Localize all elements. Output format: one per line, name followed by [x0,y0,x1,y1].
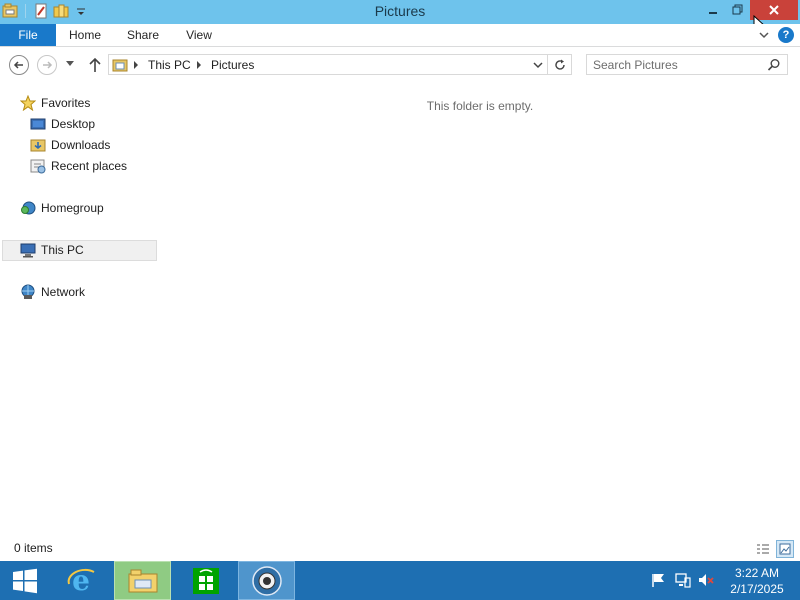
internet-explorer-icon: e [67,566,95,596]
system-clock[interactable]: 3:22 AM 2/17/2025 [722,565,792,597]
breadcrumb-this-pc[interactable]: This PC [148,58,191,72]
store-icon [192,567,219,594]
windows-logo-icon [13,568,37,593]
details-view-button[interactable] [754,540,772,558]
breadcrumb-pictures[interactable]: Pictures [211,58,254,72]
minimize-button[interactable] [700,0,726,20]
start-button[interactable] [0,561,50,600]
breadcrumb-separator[interactable] [197,61,201,69]
taskbar-file-explorer[interactable] [114,561,171,600]
search-input[interactable] [593,57,763,72]
restore-button[interactable] [726,0,750,20]
search-box[interactable] [586,54,788,75]
tab-file[interactable]: File [0,24,56,46]
taskbar-app[interactable] [238,561,295,600]
large-icons-view-button[interactable] [776,540,794,558]
taskbar-internet-explorer[interactable]: e [56,561,106,600]
action-center-flag-icon[interactable] [650,572,666,588]
forward-button[interactable] [37,55,57,75]
taskbar-store[interactable] [177,561,234,600]
computer-icon [20,243,36,258]
clock-date: 2/17/2025 [730,582,784,596]
item-count: 0 items [14,541,53,555]
recent-locations-dropdown[interactable] [66,61,74,66]
search-icon[interactable] [767,58,781,72]
pictures-folder-icon [112,59,128,72]
homegroup-icon [21,201,36,215]
app-globe-icon [251,565,282,596]
title-bar: Pictures [0,0,800,24]
empty-folder-message: This folder is empty. [426,99,534,113]
back-button[interactable] [9,55,29,75]
help-button[interactable]: ? [778,27,794,43]
tab-view[interactable]: View [175,24,223,46]
recent-places-icon [30,159,46,174]
ribbon-tabs: File Home Share View ? [0,24,800,47]
refresh-button[interactable] [548,54,572,75]
chevron-down-icon[interactable] [533,60,543,70]
network-status-icon[interactable] [675,572,691,588]
clock-time: 3:22 AM [734,566,780,580]
tab-share[interactable]: Share [118,24,168,46]
star-icon [20,95,36,111]
expand-ribbon-icon[interactable] [758,29,770,41]
restore-icon [732,4,743,15]
large-icons-view-icon [779,543,791,555]
minimize-icon [709,12,717,14]
back-arrow-icon [13,61,23,69]
network-icon [21,284,35,299]
volume-muted-icon[interactable] [698,572,714,588]
file-explorer-icon [128,569,157,592]
tab-home[interactable]: Home [60,24,110,46]
window-title: Pictures [374,3,426,19]
forward-arrow-icon [43,61,53,69]
address-bar[interactable]: This PC Pictures [108,54,548,75]
desktop-icon [30,118,46,130]
up-arrow-icon[interactable] [87,56,103,74]
details-view-icon [757,544,769,554]
downloads-folder-icon [30,139,46,152]
breadcrumb-separator[interactable] [134,61,138,69]
close-icon [769,5,779,15]
refresh-icon [554,59,565,70]
